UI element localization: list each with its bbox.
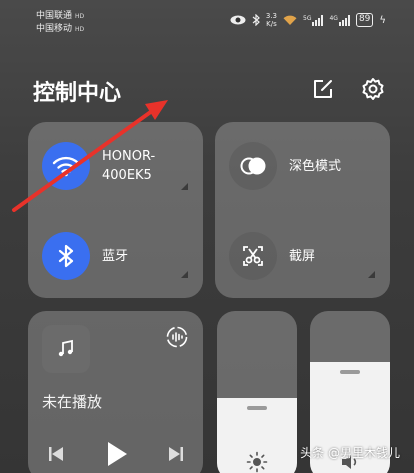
wifi-toggle[interactable]: [42, 142, 90, 190]
wifi-label-line2: 400EK5: [102, 168, 152, 183]
playback-status: 未在播放: [42, 393, 103, 411]
net-speed: 3.3 K/s: [266, 12, 277, 28]
screenshot-label: 截屏: [289, 248, 316, 264]
battery-indicator: 89: [355, 13, 374, 27]
brightness-icon: [246, 451, 268, 473]
bluetooth-status-icon: [252, 14, 260, 26]
hd-badge: HD: [75, 26, 85, 33]
carrier-row-2: 中国移动 HD: [36, 23, 84, 36]
net-speed-value: 3.3: [265, 12, 277, 20]
previous-icon[interactable]: [48, 445, 64, 463]
page-title: 控制中心: [33, 81, 122, 106]
connectivity-card: HONOR- 400EK5 蓝牙: [28, 122, 203, 298]
bluetooth-expand-indicator[interactable]: [181, 271, 188, 278]
bluetooth-toggle[interactable]: [42, 232, 90, 280]
carrier-2: 中国移动: [36, 24, 73, 34]
dark-mode-tile[interactable]: 深色模式: [229, 142, 341, 190]
bluetooth-label: 蓝牙: [102, 248, 129, 264]
signal-1: 5G: [303, 14, 324, 26]
media-card[interactable]: 未在播放: [28, 311, 203, 473]
wifi-expand-indicator[interactable]: [181, 183, 188, 190]
net-type-1: 5G: [303, 14, 312, 22]
edit-icon[interactable]: [310, 76, 336, 102]
dark-mode-label: 深色模式: [289, 158, 342, 174]
status-bar-left: 中国联通 HD 中国移动 HD: [36, 10, 84, 36]
scissors-icon: [243, 246, 263, 266]
tools-card: 深色模式 截屏: [215, 122, 390, 298]
album-art[interactable]: [42, 325, 90, 373]
next-icon[interactable]: [168, 445, 184, 463]
bluetooth-icon: [58, 244, 74, 268]
watermark: 头条 @男里木钱儿: [300, 446, 400, 460]
gear-icon[interactable]: [360, 76, 386, 102]
hd-badge: HD: [75, 13, 85, 20]
charging-icon: ϟ: [379, 14, 386, 26]
dark-mode-icon: [240, 157, 266, 175]
signal-bars-icon: [338, 14, 350, 26]
audio-output-icon[interactable]: [165, 325, 189, 349]
screenshot-expand-indicator[interactable]: [368, 271, 375, 278]
net-type-2: 4G: [329, 14, 338, 22]
status-bar-right: 3.3 K/s 5G 4G 89 ϟ: [230, 12, 386, 28]
wifi-label: HONOR- 400EK5: [102, 147, 155, 185]
brightness-handle[interactable]: [247, 406, 267, 410]
music-note-icon: [58, 339, 73, 357]
dark-mode-toggle[interactable]: [229, 142, 277, 190]
screenshot-toggle[interactable]: [229, 232, 277, 280]
signal-bars-icon: [312, 14, 324, 26]
carrier-row-1: 中国联通 HD: [36, 10, 84, 23]
net-speed-unit: K/s: [266, 20, 277, 28]
play-icon[interactable]: [106, 441, 128, 467]
signal-2: 4G: [329, 14, 350, 26]
bluetooth-tile[interactable]: 蓝牙: [42, 232, 128, 280]
volume-handle[interactable]: [340, 370, 360, 374]
eye-comfort-icon: [230, 15, 246, 25]
wifi-label-line1: HONOR-: [102, 149, 156, 164]
screenshot-tile[interactable]: 截屏: [229, 232, 315, 280]
wifi-icon: [52, 156, 80, 177]
carrier-1: 中国联通: [36, 11, 73, 21]
wifi-status-icon: [283, 15, 297, 25]
brightness-slider[interactable]: [217, 311, 297, 473]
wifi-tile[interactable]: HONOR- 400EK5: [42, 142, 155, 190]
